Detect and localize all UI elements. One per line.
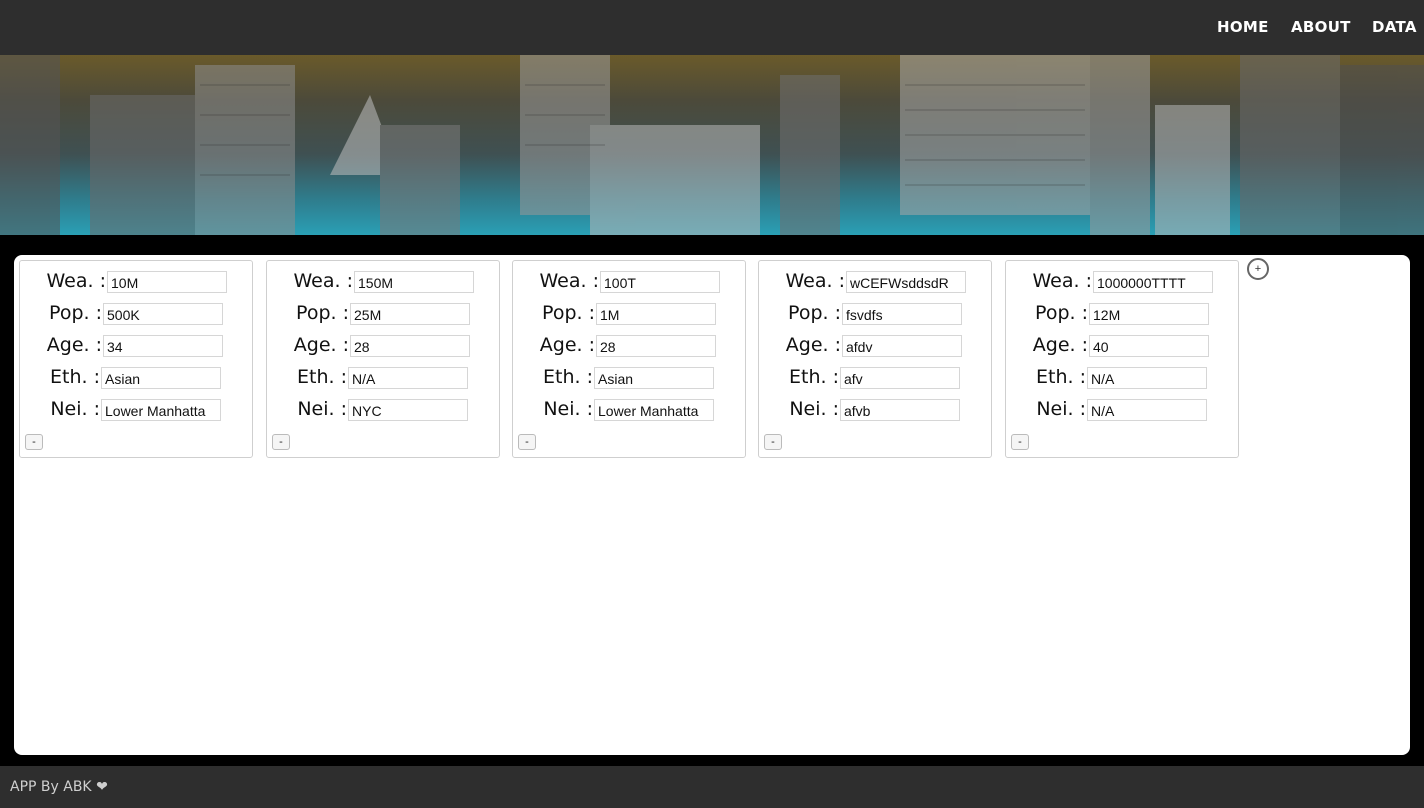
population-input[interactable]: fsvdfs [842,303,962,325]
population-label: Pop. : [1035,302,1088,324]
neighborhood-label: Nei. : [1036,398,1086,420]
population-row: Pop. :1M [513,302,745,326]
age-label: Age. : [785,334,841,356]
ethnicity-row: Eth. : Asian [513,366,745,390]
wealth-row: Wea. : wCEFWsddsdR [759,270,991,294]
population-row: Pop. : fsvdfs [759,302,991,326]
ethnicity-label: Eth. : [297,366,347,388]
age-label: Age. : [539,334,595,356]
remove-card-button[interactable]: - [272,434,290,450]
wealth-row: Wea. :150M [267,270,499,294]
ethnicity-row: Eth. : N/A [267,366,499,390]
age-label: Age. : [293,334,349,356]
person-card: Wea. :10M Pop. :500K Age. :34 Eth. : Asian Ne… [19,260,253,458]
wealth-input[interactable]: wCEFWsddsdR [846,271,966,293]
population-row: Pop. :500K [20,302,252,326]
data-panel: Wea. :10M Pop. :500K Age. :34 Eth. : Asian Ne… [14,255,1410,755]
age-label: Age. : [46,334,102,356]
population-row: Pop. :12M [1006,302,1238,326]
top-navbar: HOME ABOUT DATA [0,0,1424,55]
population-label: Pop. : [788,302,841,324]
footer: APP By ABK ❤ [0,766,1424,808]
wealth-input[interactable]: 10M [107,271,227,293]
neighborhood-row: Nei. : N/A [1006,398,1238,422]
wealth-label: Wea. : [785,270,846,292]
population-label: Pop. : [49,302,102,324]
person-card: Wea. : wCEFWsddsdR Pop. : fsvdfs Age. : afdv E… [758,260,992,458]
wealth-label: Wea. : [293,270,354,292]
ethnicity-input[interactable]: N/A [1087,367,1207,389]
neighborhood-label: Nei. : [50,398,100,420]
footer-credit: APP By ABK ❤ [10,779,108,795]
add-card-button[interactable]: + [1247,258,1269,280]
neighborhood-row: Nei. : Lower Manhatta [513,398,745,422]
ethnicity-input[interactable]: Asian [101,367,221,389]
ethnicity-row: Eth. : Asian [20,366,252,390]
age-input[interactable]: afdv [842,335,962,357]
neighborhood-input[interactable]: NYC [348,399,468,421]
ethnicity-label: Eth. : [50,366,100,388]
neighborhood-label: Nei. : [789,398,839,420]
population-input[interactable]: 500K [103,303,223,325]
wealth-label: Wea. : [539,270,600,292]
population-input[interactable]: 25M [350,303,470,325]
ethnicity-input[interactable]: afv [840,367,960,389]
ethnicity-input[interactable]: Asian [594,367,714,389]
wealth-label: Wea. : [46,270,107,292]
wealth-input[interactable]: 1000000TTTT [1093,271,1213,293]
population-row: Pop. :25M [267,302,499,326]
remove-card-button[interactable]: - [25,434,43,450]
person-card: Wea. :150M Pop. :25M Age. :28 Eth. : N/A Nei.… [266,260,500,458]
population-label: Pop. : [296,302,349,324]
neighborhood-input[interactable]: afvb [840,399,960,421]
neighborhood-row: Nei. : afvb [759,398,991,422]
neighborhood-label: Nei. : [543,398,593,420]
remove-card-button[interactable]: - [518,434,536,450]
nav-data-link[interactable]: DATA [1372,18,1417,36]
population-label: Pop. : [542,302,595,324]
ethnicity-label: Eth. : [1036,366,1086,388]
age-row: Age. :28 [267,334,499,358]
population-input[interactable]: 12M [1089,303,1209,325]
age-row: Age. :34 [20,334,252,358]
age-input[interactable]: 34 [103,335,223,357]
age-row: Age. :28 [513,334,745,358]
age-input[interactable]: 28 [350,335,470,357]
neighborhood-input[interactable]: Lower Manhatta [101,399,221,421]
population-input[interactable]: 1M [596,303,716,325]
nav-home-link[interactable]: HOME [1217,18,1269,36]
neighborhood-row: Nei. : Lower Manhatta [20,398,252,422]
person-card: Wea. :1000000TTTT Pop. :12M Age. :40 Eth. :… [1005,260,1239,458]
wealth-input[interactable]: 100T [600,271,720,293]
person-card: Wea. :100T Pop. :1M Age. :28 Eth. : Asian Nei… [512,260,746,458]
nav-about-link[interactable]: ABOUT [1291,18,1351,36]
neighborhood-input[interactable]: N/A [1087,399,1207,421]
neighborhood-row: Nei. : NYC [267,398,499,422]
remove-card-button[interactable]: - [764,434,782,450]
neighborhood-input[interactable]: Lower Manhatta [594,399,714,421]
wealth-row: Wea. :100T [513,270,745,294]
age-input[interactable]: 40 [1089,335,1209,357]
wealth-row: Wea. :10M [20,270,252,294]
city-skyline-image [0,55,1424,235]
age-label: Age. : [1032,334,1088,356]
age-row: Age. : afdv [759,334,991,358]
neighborhood-label: Nei. : [297,398,347,420]
ethnicity-input[interactable]: N/A [348,367,468,389]
ethnicity-label: Eth. : [789,366,839,388]
ethnicity-row: Eth. : N/A [1006,366,1238,390]
wealth-input[interactable]: 150M [354,271,474,293]
remove-card-button[interactable]: - [1011,434,1029,450]
wealth-label: Wea. : [1032,270,1093,292]
age-input[interactable]: 28 [596,335,716,357]
ethnicity-label: Eth. : [543,366,593,388]
ethnicity-row: Eth. : afv [759,366,991,390]
wealth-row: Wea. :1000000TTTT [1006,270,1238,294]
age-row: Age. :40 [1006,334,1238,358]
hero-city-banner [0,55,1424,235]
